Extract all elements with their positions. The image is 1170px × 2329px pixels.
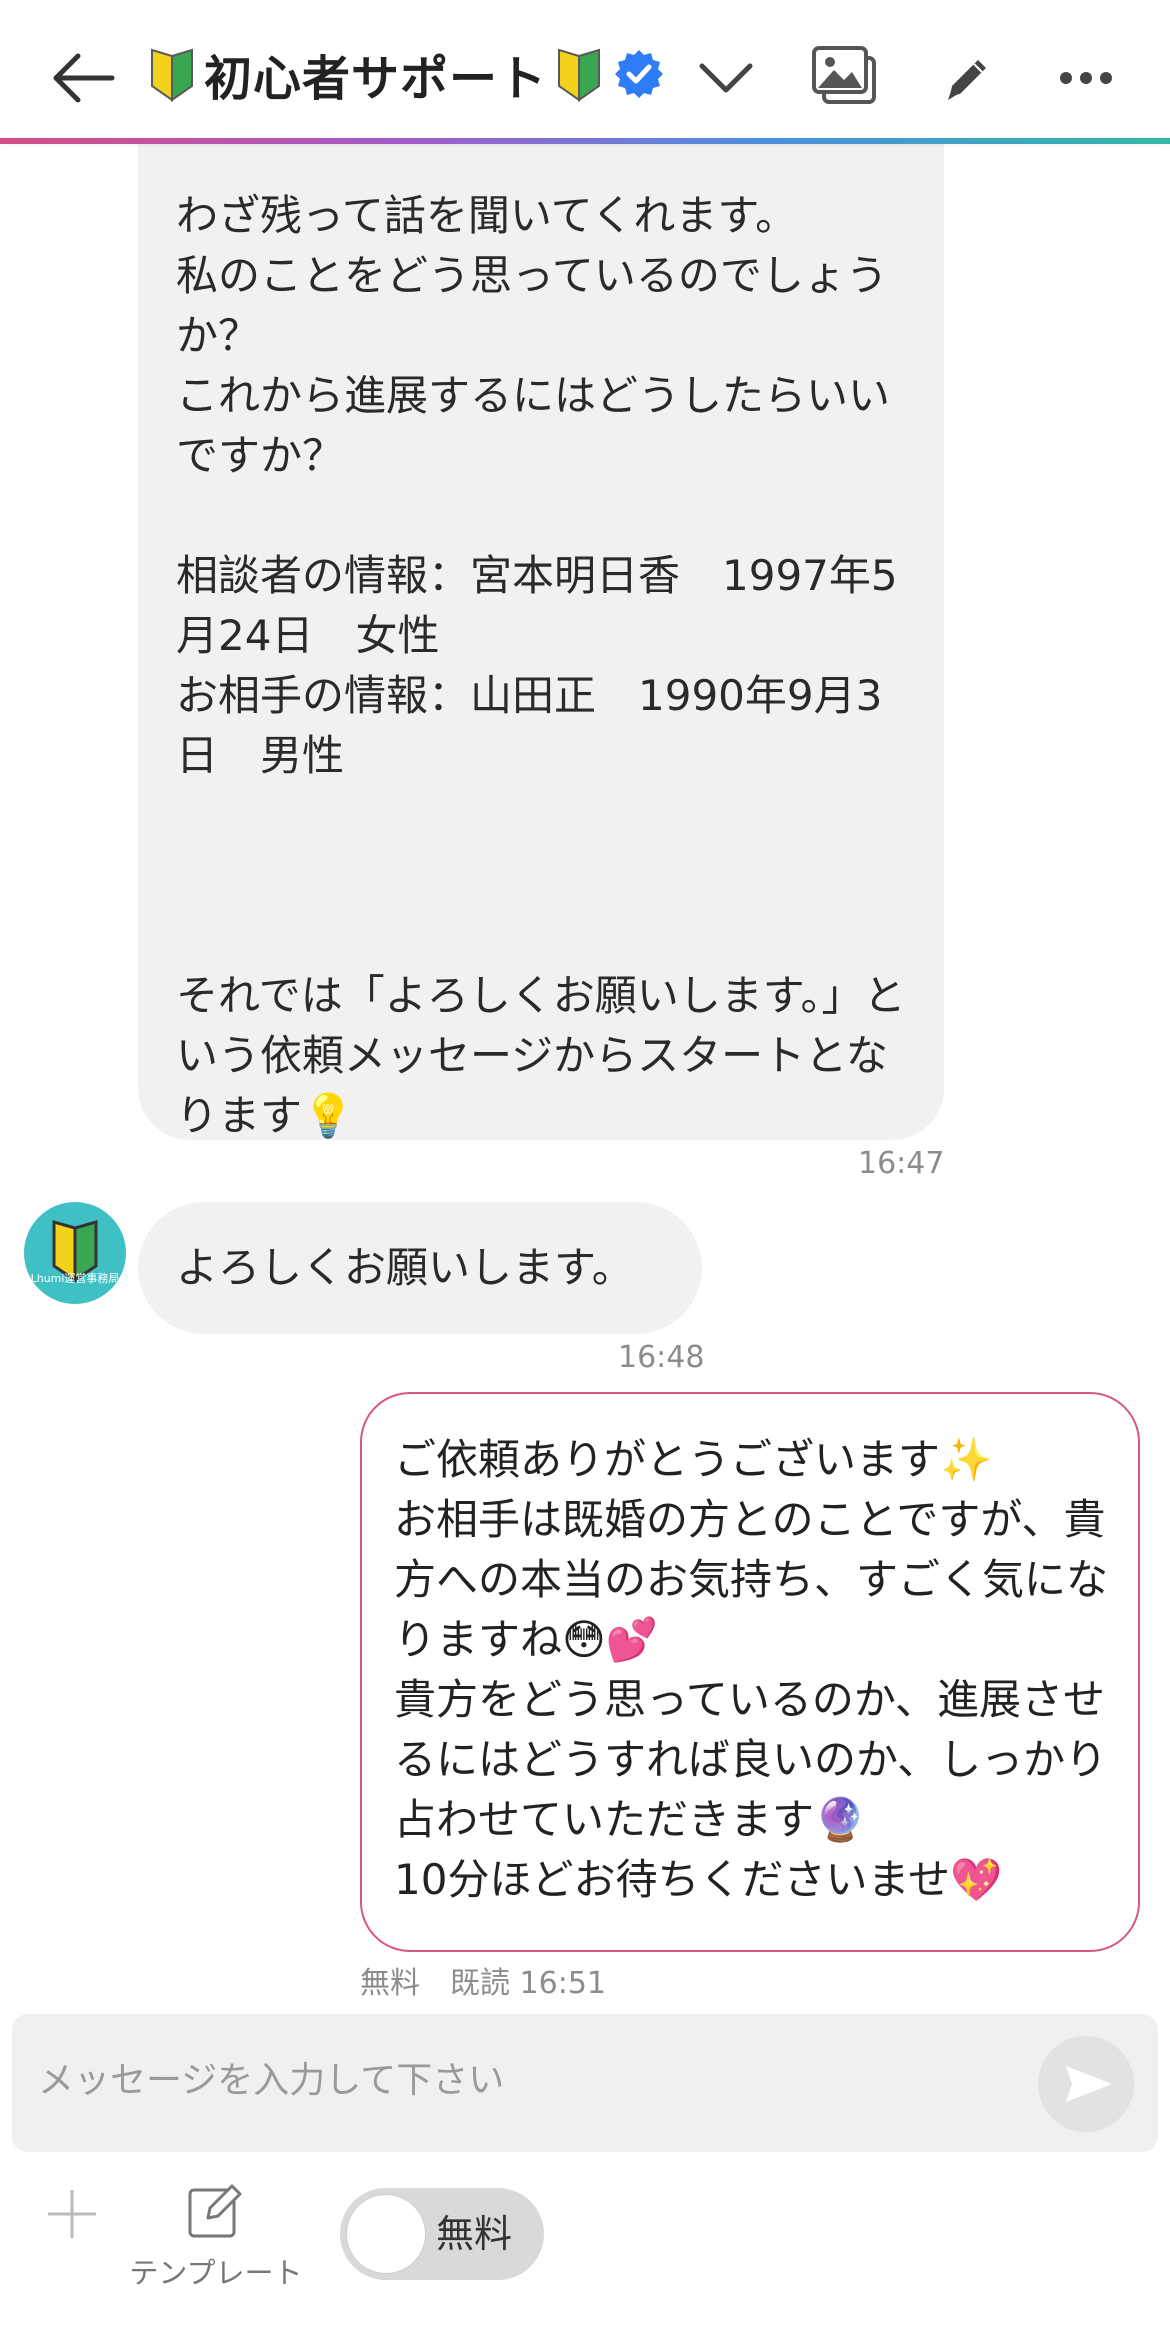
chat-title: 初心者サポート [204, 51, 548, 107]
send-icon[interactable] [1038, 2036, 1134, 2132]
message-status: 無料 既読 16:51 [360, 1966, 606, 2000]
template-edit-icon [188, 2184, 242, 2238]
message-input[interactable] [36, 2044, 1040, 2116]
avatar[interactable]: Lhumi運営事務局 [24, 1202, 126, 1304]
message-bubble: よろしくお願いします。 [138, 1202, 702, 1334]
template-button[interactable]: テンプレート [126, 2178, 306, 2290]
chat-title-area[interactable]: 初心者サポート [148, 38, 665, 110]
avatar-caption: Lhumi運営事務局 [30, 1272, 120, 1285]
app-header: 初心者サポート [0, 0, 1170, 141]
edit-icon[interactable] [940, 50, 996, 106]
chat-area[interactable]: わざ残って話を聞いてくれます。 私のことをどう思っているのでしょうか？ これから… [0, 144, 1170, 2000]
message-time: 16:47 [858, 1146, 945, 1181]
message-bubble: わざ残って話を聞いてくれます。 私のことをどう思っているのでしょうか？ これから… [138, 144, 944, 1140]
chevron-down-icon[interactable] [696, 54, 756, 100]
gallery-icon[interactable] [810, 44, 880, 108]
toggle-label: 無料 [436, 2212, 513, 2256]
template-label: テンプレート [129, 2256, 303, 2290]
plus-icon[interactable] [44, 2186, 100, 2242]
message-bubble-outgoing: ご依頼ありがとうございます✨ お相手は既婚の方とのことですが、貴方への本当のお気… [360, 1392, 1140, 1952]
header-accent-bar [0, 138, 1170, 144]
verified-badge-icon [613, 48, 665, 100]
beginner-mark-icon [555, 46, 603, 102]
beginner-mark-icon [148, 46, 196, 102]
message-time: 16:48 [618, 1340, 705, 1375]
back-arrow-icon[interactable] [48, 48, 120, 108]
beginner-mark-icon [52, 1220, 98, 1283]
toggle-knob [346, 2194, 426, 2274]
more-icon[interactable] [1058, 64, 1114, 92]
message-composer [12, 2014, 1158, 2152]
free-toggle[interactable]: 無料 [340, 2188, 544, 2280]
